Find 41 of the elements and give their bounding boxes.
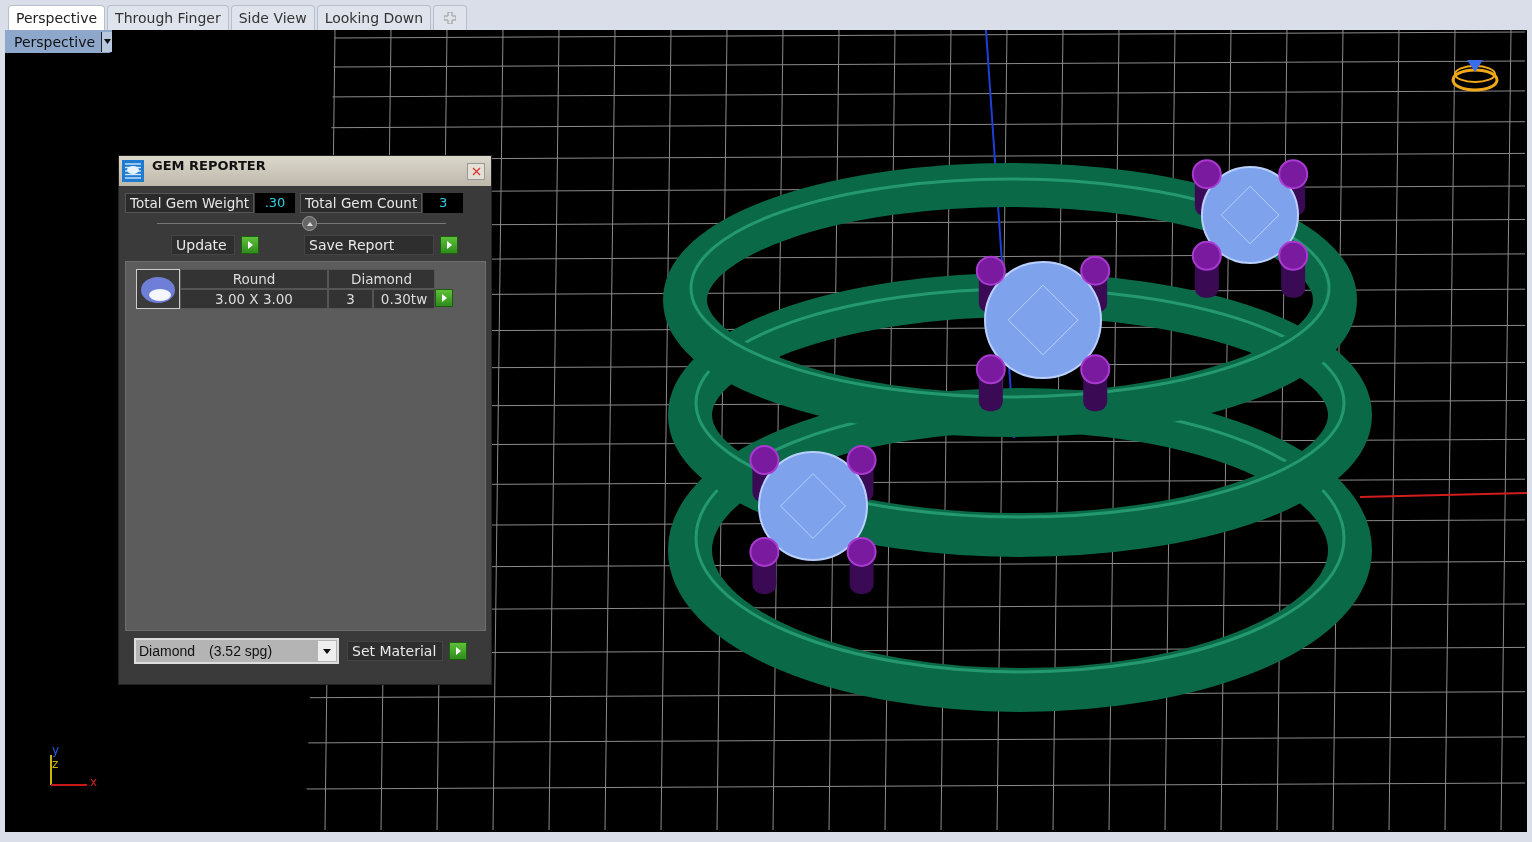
play-icon [246,240,254,250]
material-dropdown[interactable]: Diamond (3.52 spg) [134,638,339,664]
view-tab[interactable]: Looking Down [316,5,432,30]
view-tab[interactable]: Through Finger [107,5,229,30]
total-value: 3 [423,193,464,213]
play-icon [445,240,453,250]
go-button[interactable] [440,236,458,254]
go-button[interactable] [241,236,259,254]
plus-icon [444,11,457,24]
go-button[interactable] [449,642,468,660]
table-cell: 3.00 X 3.00 [180,289,328,309]
table-cell: 3 [328,289,373,309]
panel-title: GEM REPORTER [152,158,267,173]
close-icon [471,166,481,176]
caret-icon [318,641,336,661]
table-cell: Round [180,269,328,289]
table-cell: Diamond [328,269,435,289]
caret-icon [101,31,113,52]
action-button[interactable]: Update [171,235,235,255]
axis-label: x [90,776,98,788]
total-value: .30 [255,193,296,213]
ring-icon [1451,60,1499,92]
action-button[interactable]: Set Material [347,641,444,661]
axis-label: y [52,744,60,756]
collapse-button[interactable] [302,216,317,231]
total-label: Total Gem Weight [125,193,255,213]
close-button[interactable] [467,162,485,180]
total-label: Total Gem Count [300,193,423,213]
view-tab[interactable]: Side View [230,5,315,30]
report-icon [122,160,144,182]
go-button[interactable] [435,289,453,307]
up-arrow-icon [306,221,313,226]
viewport-menu-button[interactable]: Perspective [5,30,113,53]
view-tab[interactable]: Perspective [8,5,106,30]
play-icon [440,293,448,303]
viewport[interactable]: Perspective y z x GEM REPORTER Total Gem Weight .30 Total Gem Count 3 Update Save Report Round Diamond 3.00 X 3.00 3 0.30tw Diamond (3.52 spg) Set Material [5,30,1527,832]
play-icon [454,646,463,656]
gem-thumbnail[interactable] [136,269,180,309]
axis-label: z [52,758,59,770]
action-button[interactable]: Save Report [304,235,434,255]
table-cell: 0.30tw [373,289,435,309]
